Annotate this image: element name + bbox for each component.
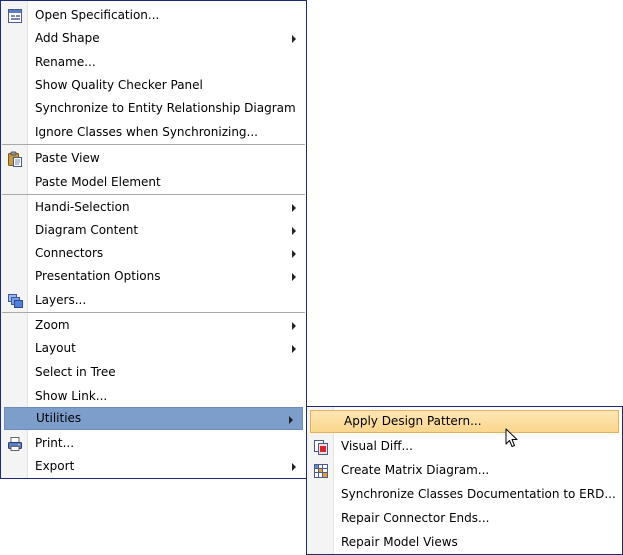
menu-separator [2,194,305,195]
menu-item-label: Utilities [36,411,82,425]
submenu-arrow-icon [292,35,296,43]
menu-item-visual-diff[interactable]: Visual Diff... [308,435,621,458]
mouse-cursor-icon [505,428,518,447]
menu-item-apply-design-pattern[interactable]: Apply Design Pattern... [310,410,619,433]
menu-item-layout[interactable]: Layout [2,337,305,360]
printer-icon [7,436,23,452]
menu-item-label: Visual Diff... [341,439,413,453]
menu-item-label: Repair Model Views [341,535,458,549]
menu-item-create-matrix-diagram[interactable]: Create Matrix Diagram... [308,459,621,482]
menu-item-label: Paste View [35,151,100,165]
menu-item-label: Repair Connector Ends... [341,511,490,525]
menu-item-label: Print... [35,436,75,450]
specification-icon [7,8,23,24]
menu-item-utilities[interactable]: Utilities [4,407,303,430]
menu-item-label: Synchronize to Entity Relationship Diagr… [35,101,296,115]
menu-item-open-specification[interactable]: Open Specification... [2,4,305,27]
menu-item-label: Open Specification... [35,8,160,22]
menu-item-handi-selection[interactable]: Handi-Selection [2,196,305,219]
menu-item-connectors[interactable]: Connectors [2,242,305,265]
layers-icon [7,293,23,309]
menu-item-label: Connectors [35,246,104,260]
menu-item-label: Layers... [35,293,87,307]
submenu-arrow-icon [292,204,296,212]
menu-item-label: Show Quality Checker Panel [35,78,203,92]
menu-item-label: Show Link... [35,389,108,403]
submenu-arrow-icon [292,273,296,281]
menu-separator [2,312,305,313]
menu-item-label: Add Shape [35,31,100,45]
submenu-arrow-icon [292,322,296,330]
menu-item-repair-model-views[interactable]: Repair Model Views [308,531,621,554]
menu-item-label: Synchronize Classes Documentation to ERD… [341,487,616,501]
menu-item-diagram-content[interactable]: Diagram Content [2,219,305,242]
menu-item-paste-view[interactable]: Paste View [2,147,305,170]
clipboard-paste-icon [7,151,23,167]
menu-item-label: Apply Design Pattern... [344,414,482,428]
menu-item-label: Presentation Options [35,269,161,283]
menu-item-add-shape[interactable]: Add Shape [2,27,305,50]
menu-separator [2,144,305,145]
menu-item-select-in-tree[interactable]: Select in Tree [2,361,305,384]
menu-item-label: Layout [35,341,76,355]
menu-item-layers[interactable]: Layers... [2,289,305,312]
menu-item-label: Paste Model Element [35,175,161,189]
menu-item-label: Zoom [35,318,70,332]
menu-item-zoom[interactable]: Zoom [2,314,305,337]
menu-item-show-link[interactable]: Show Link... [2,385,305,408]
matrix-diagram-icon [313,463,329,479]
menu-item-label: Create Matrix Diagram... [341,463,490,477]
menu-item-label: Select in Tree [35,365,116,379]
submenu-arrow-icon [292,463,296,471]
submenu-arrow-icon [292,345,296,353]
submenu-arrow-icon [292,250,296,258]
visual-diff-icon [313,439,329,455]
menu-item-rename[interactable]: Rename... [2,51,305,74]
menu-item-synchronize-to-erd[interactable]: Synchronize to Entity Relationship Diagr… [2,97,305,120]
menu-item-paste-model-element[interactable]: Paste Model Element [2,171,305,194]
submenu-arrow-icon [292,227,296,235]
diagram-context-menu: Open Specification... Add Shape Rename..… [0,0,307,479]
menu-item-export[interactable]: Export [2,455,305,478]
menu-item-label: Rename... [35,55,96,69]
menu-item-label: Ignore Classes when Synchronizing... [35,125,258,139]
menu-item-print[interactable]: Print... [2,432,305,455]
menu-item-sync-classes-documentation[interactable]: Synchronize Classes Documentation to ERD… [308,483,621,506]
utilities-submenu: Apply Design Pattern... Visual Diff... C… [306,406,623,555]
menu-item-label: Diagram Content [35,223,139,237]
menu-item-presentation-options[interactable]: Presentation Options [2,265,305,288]
menu-item-ignore-classes[interactable]: Ignore Classes when Synchronizing... [2,121,305,144]
menu-item-label: Export [35,459,75,473]
menu-item-label: Handi-Selection [35,200,130,214]
menu-item-show-quality-checker-panel[interactable]: Show Quality Checker Panel [2,74,305,97]
menu-item-repair-connector-ends[interactable]: Repair Connector Ends... [308,507,621,530]
submenu-arrow-icon [289,416,293,424]
